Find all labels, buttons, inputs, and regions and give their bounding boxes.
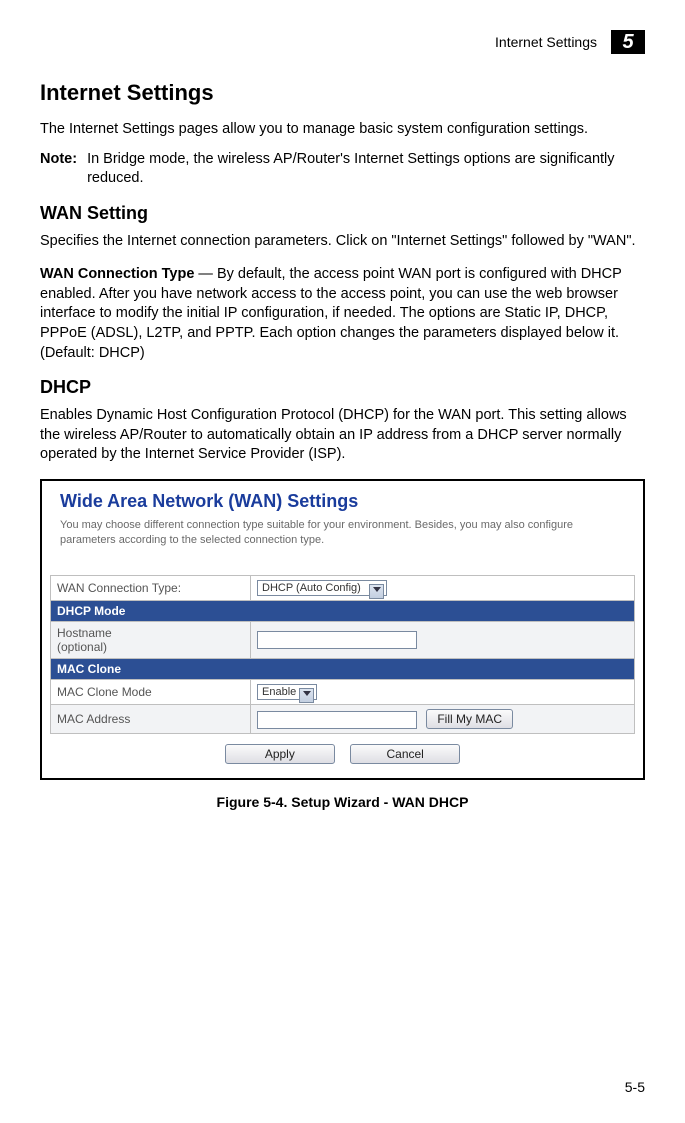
- mac-address-cell: Fill My MAC: [251, 705, 635, 734]
- wan-connection-type-field-label: WAN Connection Type:: [51, 576, 251, 601]
- screenshot-description: You may choose different connection type…: [60, 518, 625, 548]
- table-row: DHCP Mode: [51, 601, 635, 622]
- mac-clone-mode-label: MAC Clone Mode: [51, 680, 251, 705]
- mac-clone-section-header: MAC Clone: [51, 659, 635, 680]
- apply-button[interactable]: Apply: [225, 744, 335, 764]
- fill-my-mac-button[interactable]: Fill My MAC: [426, 709, 513, 729]
- screenshot-title: Wide Area Network (WAN) Settings: [60, 491, 635, 512]
- table-row: MAC Clone Mode Enable: [51, 680, 635, 705]
- hostname-label: Hostname (optional): [51, 622, 251, 659]
- note-text: In Bridge mode, the wireless AP/Router's…: [87, 150, 645, 189]
- intro-paragraph: The Internet Settings pages allow you to…: [40, 120, 645, 140]
- wan-connection-type-select-value: DHCP (Auto Config): [262, 582, 361, 594]
- table-row: Hostname (optional): [51, 622, 635, 659]
- hostname-cell: [251, 622, 635, 659]
- note-block: Note: In Bridge mode, the wireless AP/Ro…: [40, 150, 645, 189]
- wan-connection-type-sep: —: [194, 266, 217, 282]
- page-title: Internet Settings: [40, 80, 645, 106]
- figure-caption: Figure 5-4. Setup Wizard - WAN DHCP: [40, 794, 645, 810]
- mac-clone-mode-select-value: Enable: [262, 686, 296, 698]
- wan-connection-type-paragraph: WAN Connection Type — By default, the ac…: [40, 265, 645, 363]
- dhcp-heading: DHCP: [40, 377, 645, 398]
- mac-address-input[interactable]: [257, 711, 417, 729]
- wan-settings-table: WAN Connection Type: DHCP (Auto Config) …: [50, 575, 635, 734]
- screenshot-button-row: Apply Cancel: [50, 744, 635, 764]
- cancel-button[interactable]: Cancel: [350, 744, 460, 764]
- wan-settings-screenshot: Wide Area Network (WAN) Settings You may…: [40, 479, 645, 781]
- table-row: MAC Address Fill My MAC: [51, 705, 635, 734]
- note-label: Note:: [40, 150, 77, 189]
- header-section-text: Internet Settings: [495, 34, 597, 50]
- page-header: Internet Settings 5: [40, 30, 645, 60]
- mac-address-label: MAC Address: [51, 705, 251, 734]
- dhcp-mode-section-header: DHCP Mode: [51, 601, 635, 622]
- wan-connection-type-select[interactable]: DHCP (Auto Config): [257, 580, 387, 596]
- wan-setting-heading: WAN Setting: [40, 203, 645, 224]
- chevron-down-icon: [303, 691, 311, 696]
- mac-clone-mode-select[interactable]: Enable: [257, 684, 317, 700]
- page-number: 5-5: [625, 1079, 645, 1095]
- hostname-input[interactable]: [257, 631, 417, 649]
- mac-clone-mode-cell: Enable: [251, 680, 635, 705]
- wan-setting-desc: Specifies the Internet connection parame…: [40, 232, 645, 252]
- table-row: MAC Clone: [51, 659, 635, 680]
- table-row: WAN Connection Type: DHCP (Auto Config): [51, 576, 635, 601]
- wan-connection-type-field-cell: DHCP (Auto Config): [251, 576, 635, 601]
- dhcp-desc: Enables Dynamic Host Configuration Proto…: [40, 406, 645, 465]
- chapter-number-box: 5: [611, 30, 645, 54]
- wan-connection-type-label: WAN Connection Type: [40, 266, 194, 282]
- chevron-down-icon: [373, 587, 381, 592]
